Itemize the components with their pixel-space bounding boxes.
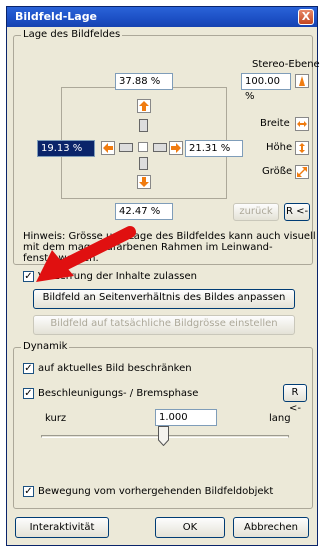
annotation-arrow-icon: [36, 226, 136, 282]
